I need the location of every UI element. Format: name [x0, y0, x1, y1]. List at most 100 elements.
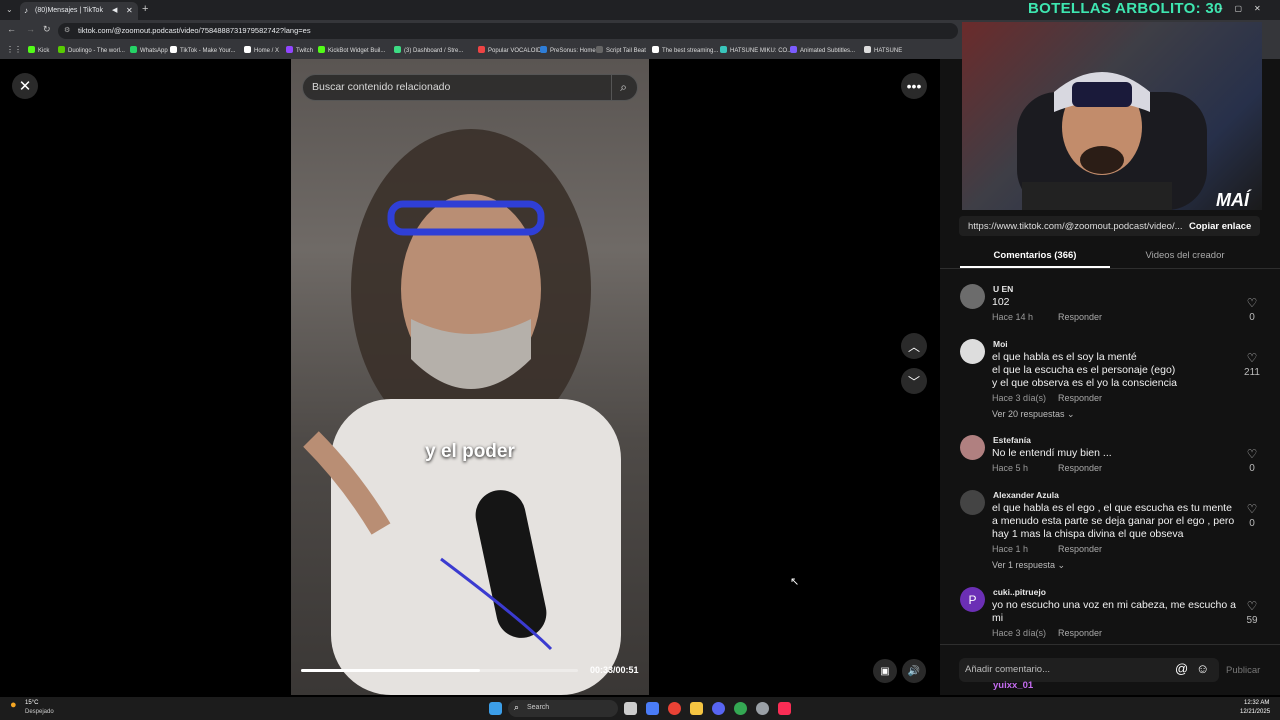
bookmark-item[interactable]: HATSUNE MIKU: CO...: [720, 46, 792, 54]
avatar[interactable]: [960, 339, 985, 364]
discord-icon[interactable]: [712, 702, 725, 715]
app-icon-1[interactable]: [646, 702, 659, 715]
settings-icon[interactable]: [756, 702, 769, 715]
chrome-active-icon[interactable]: [734, 702, 747, 715]
new-tab-icon[interactable]: +: [142, 3, 148, 15]
copy-link-button[interactable]: Copiar enlace: [1189, 221, 1251, 232]
like-count: 59: [1246, 615, 1258, 626]
weather-temp[interactable]: 15°C: [25, 700, 38, 706]
bookmark-label: Script Tail Beat: [606, 48, 646, 54]
bookmark-label: Popular VOCALOID...: [488, 48, 547, 54]
reply-button[interactable]: Responder: [1058, 312, 1102, 322]
publish-button[interactable]: Publicar: [1226, 665, 1260, 676]
like-button[interactable]: ♡: [1242, 351, 1262, 365]
search-icon[interactable]: ⌕: [611, 75, 627, 100]
comment-author[interactable]: Moi: [993, 339, 1008, 349]
heart-icon: ♡: [1246, 599, 1258, 613]
tab-creator-videos[interactable]: Videos del creador: [1110, 250, 1260, 261]
bookmark-favicon-icon: [130, 46, 137, 53]
comment-footer-divider: [940, 644, 1280, 645]
bookmark-favicon-icon: [286, 46, 293, 53]
mention-icon[interactable]: @: [1175, 661, 1188, 676]
clock-time[interactable]: 12:32 AM: [1244, 700, 1269, 706]
close-tab-icon[interactable]: ✕: [126, 2, 133, 20]
volume-button[interactable]: 🔊: [902, 659, 926, 683]
taskbar-search[interactable]: ⌕ Search: [508, 700, 618, 717]
previous-video-button[interactable]: ︿: [901, 333, 927, 359]
video-time: 00:33/00:51: [590, 665, 639, 675]
reply-button[interactable]: Responder: [1058, 628, 1102, 638]
reload-icon[interactable]: ↻: [43, 24, 51, 35]
site-info-icon[interactable]: ⚙: [64, 23, 70, 39]
video-player[interactable]: [291, 59, 649, 695]
bookmark-item[interactable]: The best streaming...: [652, 46, 718, 54]
task-view-icon[interactable]: [624, 702, 637, 715]
tab-comments[interactable]: Comentarios (366): [960, 250, 1110, 261]
chevron-up-icon: ︿: [907, 339, 920, 354]
tab-divider: [940, 268, 1280, 269]
like-button[interactable]: ♡: [1242, 447, 1262, 461]
bookmark-favicon-icon: [394, 46, 401, 53]
bookmark-label: Duolingo - The worl...: [68, 48, 125, 54]
avatar[interactable]: P: [960, 587, 985, 612]
apps-icon[interactable]: ⋮⋮: [6, 45, 22, 54]
view-replies-label: Ver 20 respuestas: [992, 409, 1065, 419]
bookmark-item[interactable]: Twitch: [286, 46, 313, 54]
bookmark-item[interactable]: TikTok - Make Your...: [170, 46, 235, 54]
related-search-input[interactable]: Buscar contenido relacionado ⌕: [302, 74, 638, 101]
back-icon[interactable]: ←: [7, 24, 16, 34]
comment-author[interactable]: U EN: [993, 284, 1013, 294]
comment-time: Hace 5 h: [992, 463, 1029, 473]
bookmark-item[interactable]: (3) Dashboard / Stre...: [394, 46, 463, 54]
more-options-button[interactable]: •••: [901, 73, 927, 99]
view-replies-button[interactable]: Ver 20 respuestas ⌄: [992, 409, 1075, 420]
close-icon: ✕: [18, 78, 32, 95]
music-app-icon[interactable]: [778, 702, 791, 715]
bookmark-item[interactable]: Popular VOCALOID...: [478, 46, 546, 54]
browser-tab[interactable]: ♪ (80)Mensajes | TikTok ◀︎ ✕: [20, 2, 138, 20]
tab-list-icon[interactable]: ⌄: [6, 5, 13, 14]
bookmark-item[interactable]: WhatsApp: [130, 46, 168, 54]
comment-author[interactable]: cuki..pitruejo: [993, 587, 1046, 597]
heart-icon: ♡: [1246, 351, 1258, 365]
forward-icon[interactable]: →: [26, 24, 35, 34]
bookmark-label: PreSonus: Home: [550, 48, 596, 54]
comment-author[interactable]: Estefanía: [993, 435, 1031, 445]
comment-author[interactable]: Alexander Azula: [993, 490, 1059, 500]
mouse-cursor: ↖: [790, 576, 800, 588]
next-video-button[interactable]: ﹀: [901, 368, 927, 394]
bookmark-label: Animated Subtitles...: [800, 48, 856, 54]
bookmark-item[interactable]: Home / X: [244, 46, 279, 54]
like-button[interactable]: ♡: [1242, 502, 1262, 516]
bookmark-item[interactable]: KickBot Widget Buil...: [318, 46, 385, 54]
bookmark-item[interactable]: HATSUNE: [864, 46, 902, 54]
like-button[interactable]: ♡: [1242, 296, 1262, 310]
view-replies-button[interactable]: Ver 1 respuesta ⌄: [992, 560, 1065, 571]
emoji-icon[interactable]: ☺: [1196, 661, 1209, 676]
bookmark-item[interactable]: Script Tail Beat: [596, 46, 646, 54]
like-count: 0: [1249, 518, 1255, 529]
reply-button[interactable]: Responder: [1058, 463, 1102, 473]
like-button[interactable]: ♡: [1242, 599, 1262, 613]
windows-start-icon[interactable]: [489, 702, 502, 715]
bookmark-item[interactable]: Animated Subtitles...: [790, 46, 855, 54]
bookmark-item[interactable]: Duolingo - The worl...: [58, 46, 125, 54]
avatar[interactable]: [960, 284, 985, 309]
file-explorer-icon[interactable]: [690, 702, 703, 715]
pip-button[interactable]: ▣: [873, 659, 897, 683]
close-button[interactable]: ✕: [12, 73, 38, 99]
add-comment-input[interactable]: Añadir comentario... @ ☺: [959, 658, 1219, 682]
bookmark-favicon-icon: [244, 46, 251, 53]
bookmark-item[interactable]: Kick: [28, 46, 49, 54]
chevron-down-icon: ⌄: [1055, 560, 1066, 570]
clock-date: 12/21/2025: [1240, 709, 1271, 715]
reply-button[interactable]: Responder: [1058, 393, 1102, 403]
avatar[interactable]: [960, 490, 985, 515]
address-bar[interactable]: ⚙ tiktok.com/@zoomout.podcast/video/7584…: [58, 23, 958, 39]
progress-track[interactable]: [301, 669, 578, 672]
avatar[interactable]: [960, 435, 985, 460]
chrome-icon[interactable]: [668, 702, 681, 715]
reply-button[interactable]: Responder: [1058, 544, 1102, 554]
mute-icon[interactable]: ◀︎: [112, 2, 117, 20]
bookmark-item[interactable]: PreSonus: Home: [540, 46, 596, 54]
